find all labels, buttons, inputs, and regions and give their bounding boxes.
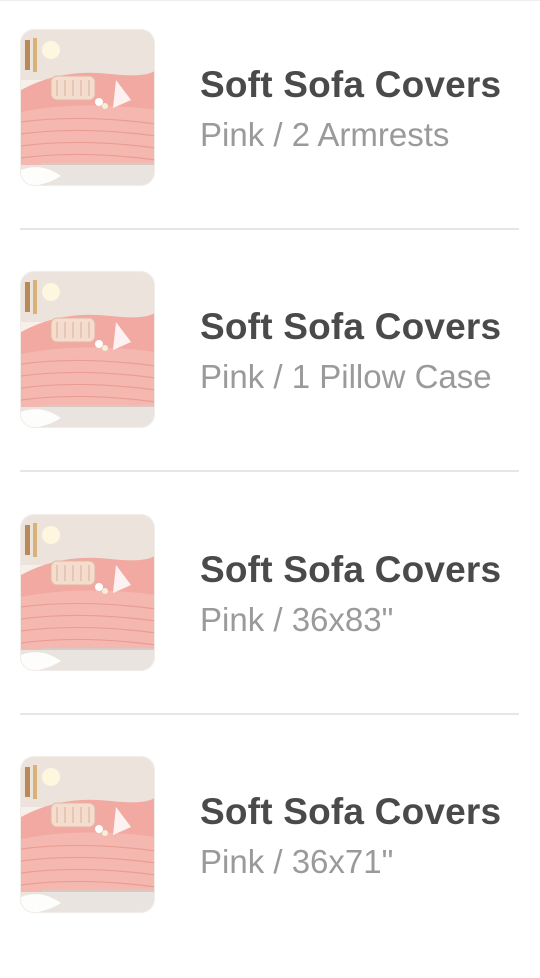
product-variant: Pink / 36x83" — [200, 601, 394, 638]
product-variant: Pink / 36x71" — [200, 843, 394, 880]
cart-item[interactable]: Soft Sofa Covers Pink / 36x71" — [0, 727, 540, 969]
product-title[interactable]: Soft Sofa Covers — [200, 306, 501, 348]
product-title[interactable]: Soft Sofa Covers — [200, 549, 501, 591]
sofa-cover-thumbnail-icon — [21, 757, 154, 912]
sofa-cover-thumbnail-icon — [21, 515, 154, 670]
product-image[interactable] — [20, 514, 155, 671]
sofa-cover-thumbnail-icon — [21, 30, 154, 185]
item-divider — [20, 228, 519, 230]
item-divider — [20, 713, 519, 715]
product-title[interactable]: Soft Sofa Covers — [200, 791, 501, 833]
product-image[interactable] — [20, 756, 155, 913]
item-divider — [20, 470, 519, 472]
product-variant: Pink / 1 Pillow Case — [200, 358, 492, 395]
cart-item[interactable]: Soft Sofa Covers Pink / 1 Pillow Case — [0, 242, 540, 484]
sofa-cover-thumbnail-icon — [21, 272, 154, 427]
product-variant: Pink / 2 Armrests — [200, 116, 450, 153]
product-title[interactable]: Soft Sofa Covers — [200, 64, 501, 106]
product-image[interactable] — [20, 29, 155, 186]
cart-item[interactable]: Soft Sofa Covers Pink / 36x83" — [0, 485, 540, 727]
product-image[interactable] — [20, 271, 155, 428]
cart-item[interactable]: Soft Sofa Covers Pink / 2 Armrests — [0, 0, 540, 242]
